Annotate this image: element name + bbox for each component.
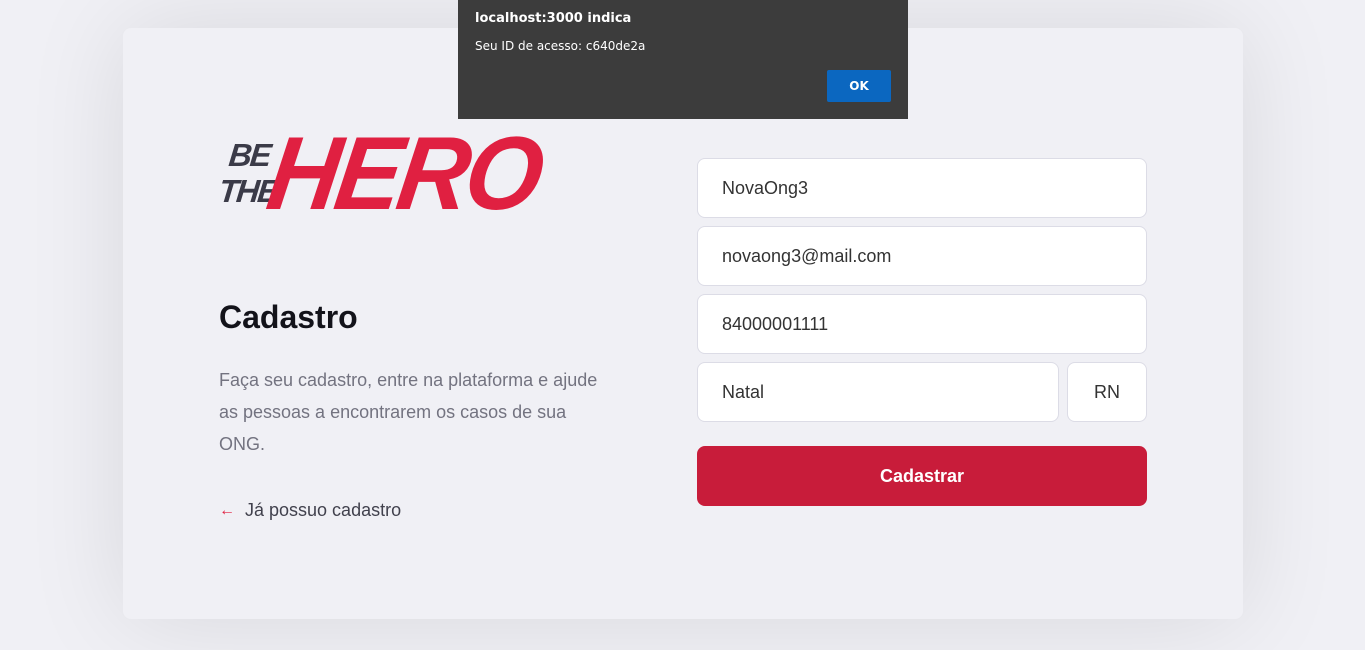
back-link-label: Já possuo cadastro (245, 500, 402, 521)
uf-input[interactable]: RN (1067, 362, 1147, 422)
email-input[interactable]: novaong3@mail.com (697, 226, 1147, 286)
alert-title: localhost:3000 indica (475, 11, 632, 26)
logo-hero-text: HERO (260, 116, 548, 232)
register-form: NovaOng3 novaong3@mail.com 84000001111 N… (697, 158, 1147, 506)
ong-name-input[interactable]: NovaOng3 (697, 158, 1147, 218)
city-input[interactable]: Natal (697, 362, 1059, 422)
page-description: Faça seu cadastro, entre na plataforma e… (219, 370, 598, 455)
alert-dialog: localhost:3000 indica Seu ID de acesso: … (458, 0, 908, 119)
alert-message: Seu ID de acesso: c640de2a (475, 39, 646, 53)
be-the-hero-logo: BE THE HERO (217, 116, 547, 234)
whatsapp-input[interactable]: 84000001111 (697, 294, 1147, 354)
arrow-left-icon: ← (219, 501, 235, 519)
page: BE THE HERO Cadastro Faça seu cadastro, … (0, 0, 1365, 650)
location-row: Natal RN (697, 362, 1147, 430)
page-title: Cadastro (219, 299, 358, 335)
back-to-login-link[interactable]: ← Já possuo cadastro (219, 500, 619, 521)
logo-be-text: BE (227, 137, 272, 173)
alert-ok-button[interactable]: OK (827, 70, 891, 102)
register-button[interactable]: Cadastrar (697, 446, 1147, 506)
register-intro: BE THE HERO Cadastro Faça seu cadastro, … (217, 116, 619, 521)
